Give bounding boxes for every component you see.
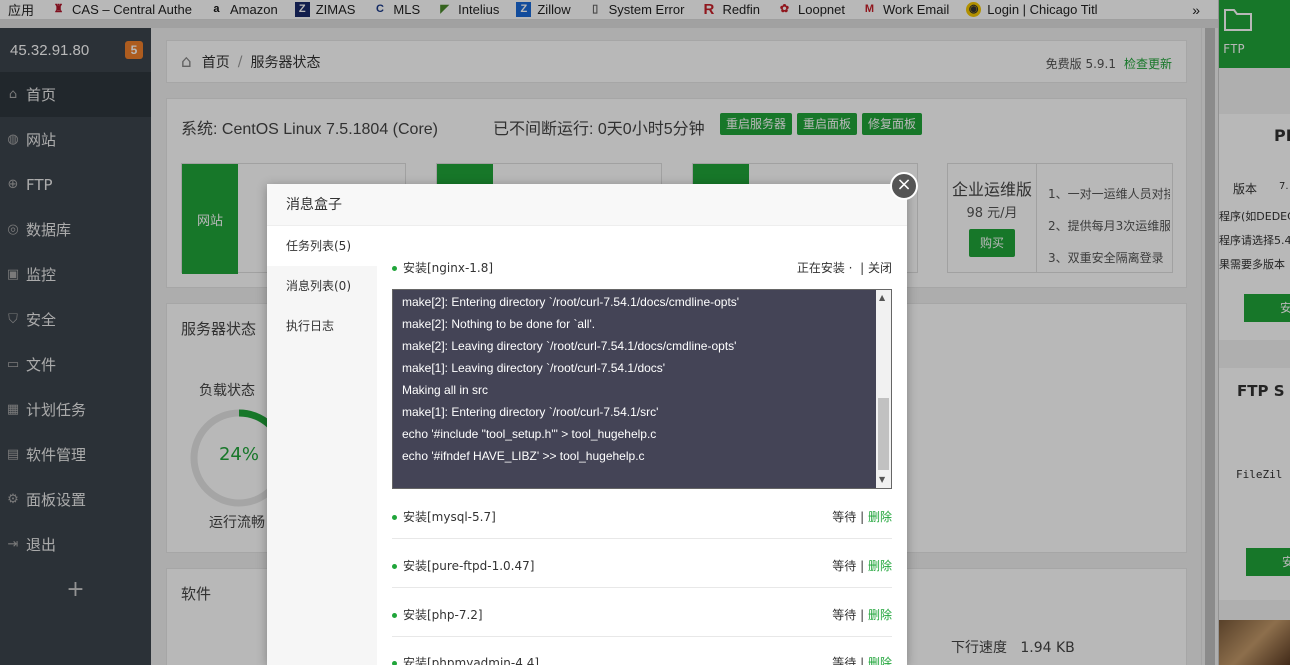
- task-item-current: 安装[nginx-1.8] 正在安装 · | 关闭: [392, 259, 892, 276]
- status-dot: [392, 661, 397, 665]
- modal-tabs: 任务列表(5) 消息列表(0) 执行日志: [267, 226, 377, 665]
- task-list-body: 安装[nginx-1.8] 正在安装 · | 关闭 make[2]: Enter…: [377, 226, 907, 665]
- task-status: 等待: [832, 559, 857, 573]
- console-line: echo '#ifndef HAVE_LIBZ' >> tool_hugehel…: [402, 449, 645, 463]
- task-name: 安装[nginx-1.8]: [403, 261, 494, 275]
- console-line: Making all in src: [402, 383, 489, 397]
- task-item: 安装[mysql-5.7] 等待 | 删除: [392, 508, 892, 525]
- status-dot: [392, 266, 397, 271]
- divider: [392, 636, 892, 637]
- task-name: 安装[phpmyadmin-4.4]: [403, 656, 540, 665]
- delete-task-link[interactable]: 删除: [868, 656, 892, 665]
- delete-task-link[interactable]: 删除: [868, 559, 892, 573]
- scroll-down-icon[interactable]: ▼: [879, 475, 885, 484]
- delete-task-link[interactable]: 删除: [868, 510, 892, 524]
- close-icon[interactable]: ×: [890, 172, 918, 200]
- console-scrollbar[interactable]: ▲ ▼: [876, 290, 891, 488]
- status-dot: [392, 564, 397, 569]
- message-box-modal: 消息盒子 任务列表(5) 消息列表(0) 执行日志 安装[nginx-1.8] …: [267, 184, 907, 665]
- console-line: echo '#include "tool_setup.h"' > tool_hu…: [402, 427, 657, 441]
- task-item: 安装[php-7.2] 等待 | 删除: [392, 606, 892, 623]
- modal-title: 消息盒子: [267, 184, 907, 226]
- task-item: 安装[phpmyadmin-4.4] 等待 | 删除: [392, 654, 892, 665]
- task-name: 安装[php-7.2]: [403, 608, 483, 622]
- close-task-link[interactable]: 关闭: [868, 261, 892, 275]
- console-line: make[2]: Entering directory `/root/curl-…: [402, 295, 740, 309]
- task-status: 等待: [832, 608, 857, 622]
- install-console[interactable]: make[2]: Entering directory `/root/curl-…: [392, 289, 892, 489]
- console-scrollbar-thumb[interactable]: [878, 398, 889, 470]
- console-line: make[1]: Leaving directory `/root/curl-7…: [402, 361, 666, 375]
- tab-message-list[interactable]: 消息列表(0): [267, 266, 377, 306]
- task-item: 安装[pure-ftpd-1.0.47] 等待 | 删除: [392, 557, 892, 574]
- tab-execution-log[interactable]: 执行日志: [267, 306, 377, 346]
- task-name: 安装[pure-ftpd-1.0.47]: [403, 559, 535, 573]
- status-dot: [392, 613, 397, 618]
- divider: [392, 538, 892, 539]
- console-line: make[2]: Nothing to be done for `all'.: [402, 317, 596, 331]
- delete-task-link[interactable]: 删除: [868, 608, 892, 622]
- console-line: make[1]: Entering directory `/root/curl-…: [402, 405, 659, 419]
- tab-task-list[interactable]: 任务列表(5): [267, 226, 377, 266]
- task-name: 安装[mysql-5.7]: [403, 510, 496, 524]
- console-line: make[2]: Leaving directory `/root/curl-7…: [402, 339, 737, 353]
- task-status: 等待: [832, 510, 857, 524]
- status-dot: [392, 515, 397, 520]
- scroll-up-icon[interactable]: ▲: [879, 293, 885, 302]
- task-status: 等待: [832, 656, 857, 665]
- task-status: 正在安装: [796, 261, 845, 275]
- divider: [392, 587, 892, 588]
